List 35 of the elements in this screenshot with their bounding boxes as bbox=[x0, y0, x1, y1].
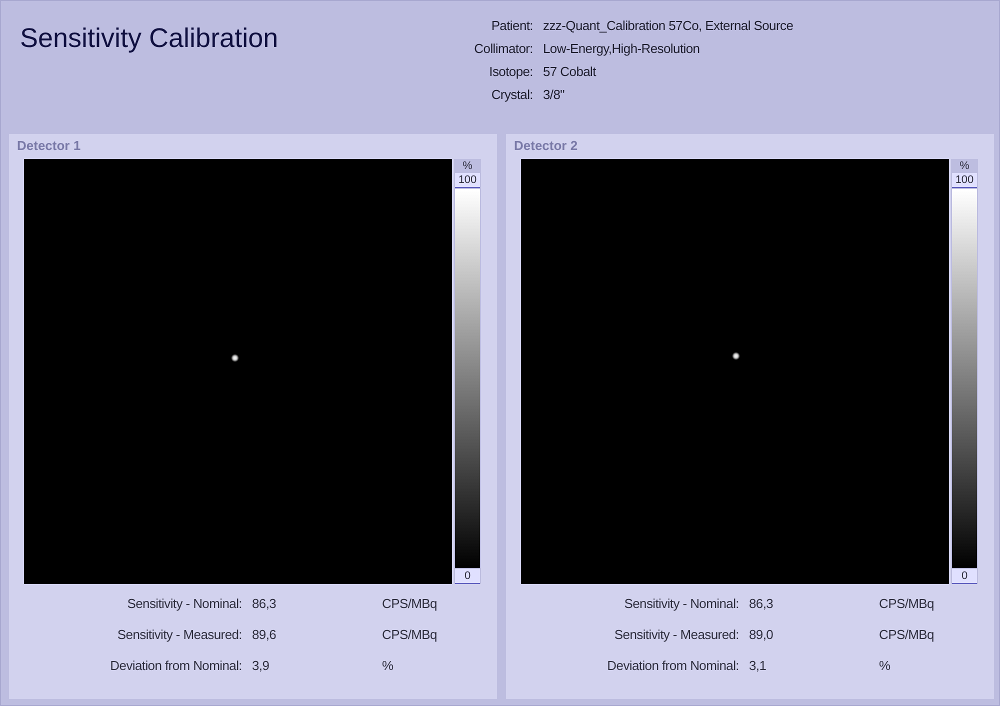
result-label: Sensitivity - Measured: bbox=[613, 627, 739, 642]
result-value: 3,9 bbox=[252, 658, 270, 673]
panel-title: Detector 2 bbox=[514, 138, 579, 155]
scale-min: 0 bbox=[952, 569, 977, 584]
result-label: Deviation from Nominal: bbox=[109, 658, 242, 673]
info-label: Crystal: bbox=[490, 87, 533, 102]
result-value: 89,6 bbox=[252, 627, 278, 642]
result-label: Deviation from Nominal: bbox=[606, 658, 739, 673]
page-title: Sensitivity Calibration bbox=[20, 23, 280, 55]
result-unit: CPS/MBq bbox=[879, 596, 935, 611]
scale-unit: % bbox=[462, 159, 474, 173]
info-value: Low-Energy,High-Resolution bbox=[543, 41, 701, 56]
info-value: 3/8" bbox=[543, 87, 566, 102]
info-label: Collimator: bbox=[473, 41, 533, 56]
info-value: zzz-Quant_Calibration 57Co, External Source bbox=[543, 18, 794, 33]
result-unit: CPS/MBq bbox=[382, 627, 438, 642]
result-value: 86,3 bbox=[252, 596, 278, 611]
result-value: 89,0 bbox=[749, 627, 774, 642]
result-label: Sensitivity - Measured: bbox=[116, 627, 242, 642]
info-label: Patient: bbox=[490, 18, 533, 33]
result-value: 86,3 bbox=[749, 596, 774, 611]
scale-max: 100 bbox=[952, 173, 977, 188]
result-value: 3,1 bbox=[749, 658, 768, 673]
result-label: Sensitivity - Nominal: bbox=[623, 596, 739, 611]
result-label: Sensitivity - Nominal: bbox=[126, 596, 242, 611]
scale-max: 100 bbox=[455, 173, 480, 188]
result-unit: % bbox=[382, 658, 394, 673]
info-value: 57 Cobalt bbox=[543, 64, 598, 79]
panel-title: Detector 1 bbox=[17, 138, 82, 155]
scale-min: 0 bbox=[455, 569, 480, 584]
result-unit: CPS/MBq bbox=[879, 627, 935, 642]
scale-unit: % bbox=[958, 159, 970, 173]
result-unit: % bbox=[879, 658, 892, 673]
info-label: Isotope: bbox=[488, 64, 533, 79]
result-unit: CPS/MBq bbox=[382, 596, 438, 611]
